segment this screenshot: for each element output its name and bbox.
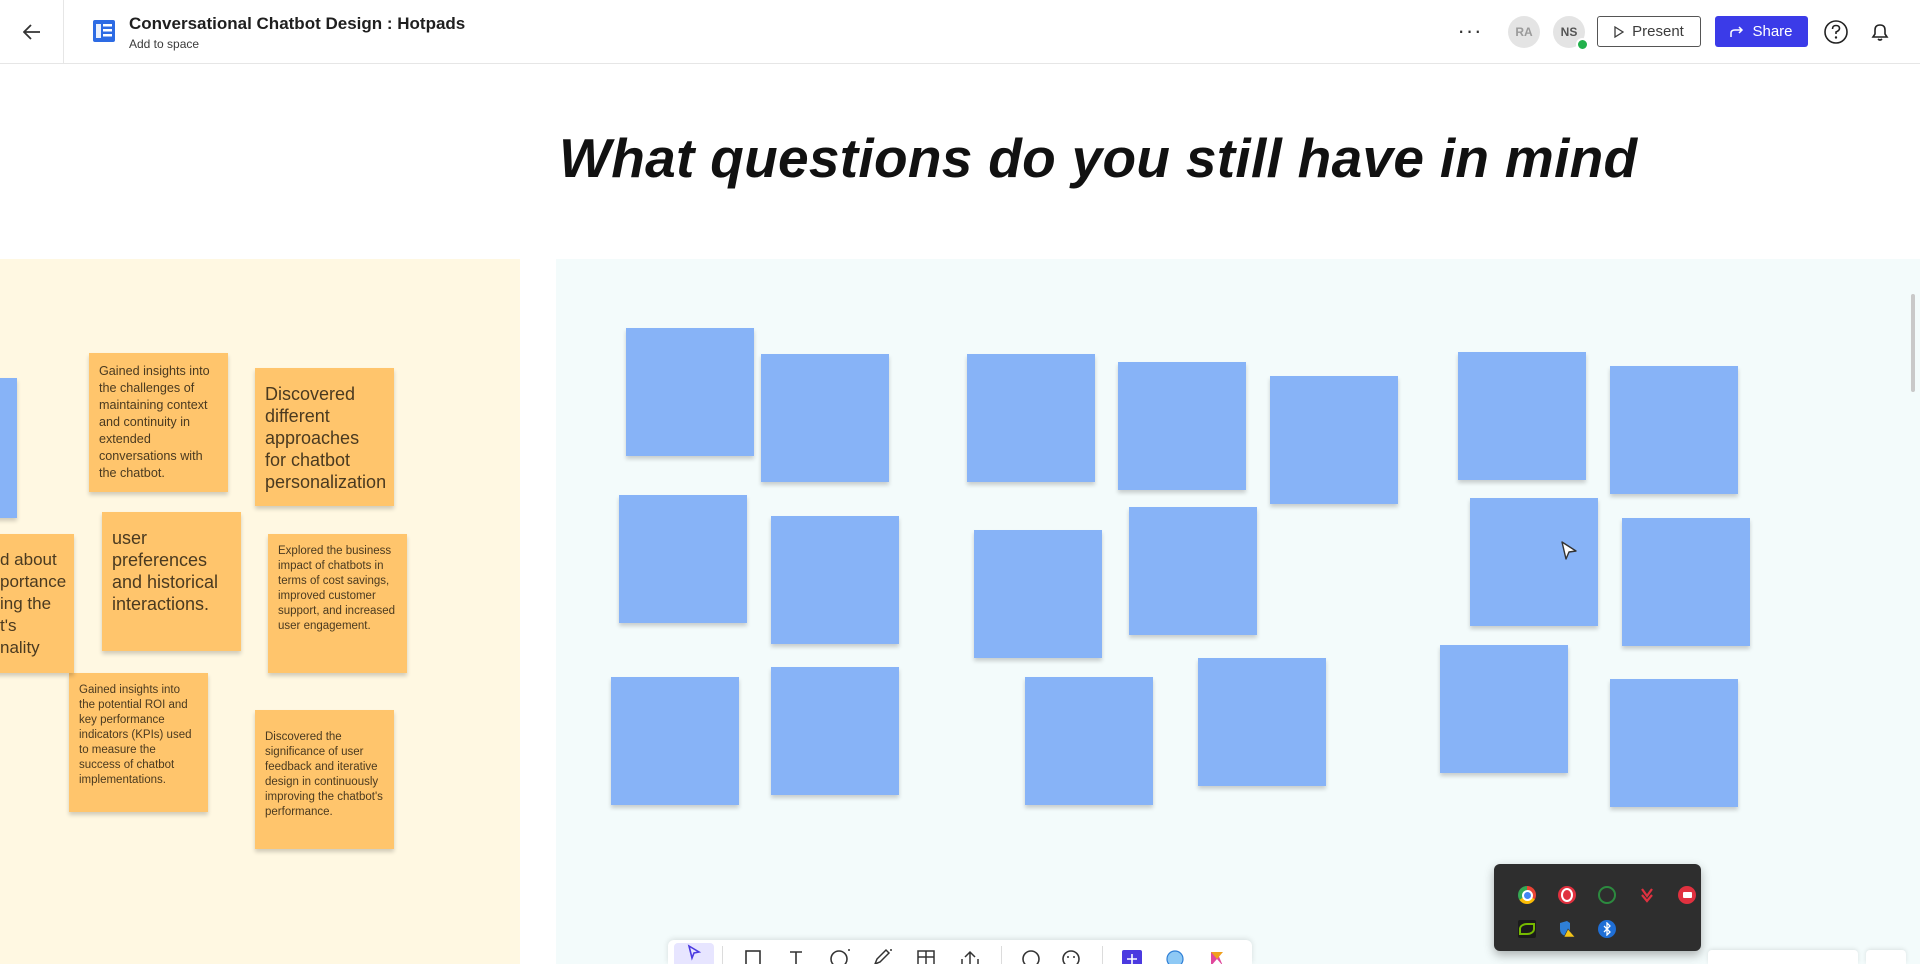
- chrome-icon[interactable]: [1518, 886, 1536, 904]
- blue-sticky-note[interactable]: [626, 328, 754, 456]
- timer-icon: [1166, 950, 1184, 964]
- bottom-toolbar: [668, 940, 1252, 964]
- add-app-tool[interactable]: [1119, 948, 1145, 964]
- present-label: Present: [1632, 23, 1684, 40]
- more-options-button[interactable]: ···: [1452, 18, 1488, 44]
- bell-icon[interactable]: [1867, 19, 1893, 45]
- blue-sticky-note[interactable]: [967, 354, 1095, 482]
- text-icon: [790, 951, 802, 964]
- emoji-icon: [1062, 950, 1080, 964]
- sticky-note[interactable]: Gained insights into the challenges of m…: [89, 353, 228, 492]
- navigation-panel-toggle[interactable]: [1866, 950, 1906, 964]
- blue-sticky-note[interactable]: [1610, 366, 1738, 494]
- text-tool[interactable]: [783, 948, 809, 964]
- sync-icon[interactable]: [1598, 886, 1616, 904]
- yellow-frame[interactable]: [0, 259, 520, 964]
- emoji-tool[interactable]: [1058, 948, 1084, 964]
- sticky-note[interactable]: Discovered different approaches for chat…: [255, 368, 394, 506]
- toolbar-divider: [1001, 946, 1002, 964]
- shapes-icon: [830, 949, 850, 964]
- table-icon: [917, 950, 935, 964]
- plus-icon: [1122, 950, 1142, 964]
- blue-sticky-note[interactable]: [1458, 352, 1586, 480]
- help-icon[interactable]: [1823, 19, 1849, 45]
- sticky-note[interactable]: Gained insights into the potential ROI a…: [69, 673, 208, 812]
- download-icon[interactable]: [1638, 886, 1656, 904]
- blue-sticky-note[interactable]: [619, 495, 747, 623]
- document-title[interactable]: Conversational Chatbot Design : Hotpads: [129, 14, 465, 34]
- back-button[interactable]: [0, 0, 64, 63]
- apps-tool[interactable]: [1204, 948, 1230, 964]
- canvas-title[interactable]: What questions do you still have in mind: [559, 126, 1637, 190]
- opera-icon[interactable]: [1558, 886, 1576, 904]
- blue-sticky-note[interactable]: [1622, 518, 1750, 646]
- online-status-dot: [1576, 38, 1589, 51]
- sticky-note-text: d about portance ing the t's nality: [0, 550, 67, 657]
- comment-icon: [1022, 950, 1040, 964]
- play-icon: [1614, 25, 1625, 38]
- app-icon[interactable]: [1678, 886, 1696, 904]
- system-tray-popup: [1494, 864, 1701, 951]
- board-icon: [93, 20, 115, 42]
- select-tool[interactable]: [674, 943, 714, 964]
- blue-sticky-note[interactable]: [611, 677, 739, 805]
- toolbar-divider: [1102, 946, 1103, 964]
- zoom-controls[interactable]: [1708, 950, 1858, 964]
- sticky-note[interactable]: Explored the business impact of chatbots…: [268, 534, 407, 673]
- timer-tool[interactable]: [1162, 948, 1188, 964]
- add-to-space-link[interactable]: Add to space: [129, 37, 199, 51]
- sticky-note-partial[interactable]: d about portance ing the t's nality: [0, 534, 74, 673]
- security-icon[interactable]: [1558, 920, 1576, 938]
- blue-sticky-note[interactable]: [1470, 498, 1598, 626]
- sticky-note-cut-left[interactable]: [0, 378, 17, 518]
- nvidia-icon[interactable]: [1518, 920, 1536, 938]
- blue-sticky-note[interactable]: [1440, 645, 1568, 773]
- comment-tool[interactable]: [1018, 948, 1044, 964]
- vertical-scrollbar[interactable]: [1911, 294, 1915, 392]
- blue-sticky-note[interactable]: [974, 530, 1102, 658]
- share-label: Share: [1752, 23, 1793, 40]
- apps-icon: [1211, 952, 1223, 964]
- table-tool[interactable]: [914, 948, 940, 964]
- blue-sticky-note[interactable]: [1270, 376, 1398, 504]
- mouse-cursor-icon: [1561, 541, 1577, 560]
- present-button[interactable]: Present: [1597, 16, 1701, 47]
- blue-sticky-note[interactable]: [1129, 507, 1257, 635]
- blue-sticky-note[interactable]: [1118, 362, 1246, 490]
- upload-icon: [961, 950, 979, 964]
- pen-tool[interactable]: [870, 948, 896, 964]
- blue-sticky-note[interactable]: [1025, 677, 1153, 805]
- toolbar-divider: [722, 946, 723, 964]
- blue-sticky-note[interactable]: [771, 667, 899, 795]
- arrow-left-icon: [22, 23, 40, 40]
- shape-tool[interactable]: [828, 948, 854, 964]
- rectangle-icon: [745, 950, 761, 964]
- bluetooth-icon[interactable]: [1598, 920, 1616, 938]
- upload-tool[interactable]: [958, 948, 984, 964]
- top-bar: Conversational Chatbot Design : Hotpads …: [0, 0, 1920, 64]
- sticky-note[interactable]: user preferences and historical interact…: [102, 512, 241, 651]
- share-icon: [1730, 25, 1744, 37]
- avatar-ra[interactable]: RA: [1508, 16, 1540, 48]
- share-button[interactable]: Share: [1715, 16, 1808, 47]
- blue-sticky-note[interactable]: [1198, 658, 1326, 786]
- pen-icon: [874, 948, 892, 964]
- sticky-note[interactable]: Discovered the significance of user feed…: [255, 710, 394, 849]
- blue-sticky-note[interactable]: [771, 516, 899, 644]
- rectangle-tool[interactable]: [740, 948, 766, 964]
- blue-sticky-note[interactable]: [761, 354, 889, 482]
- cursor-select-icon: [687, 944, 702, 961]
- blue-sticky-note[interactable]: [1610, 679, 1738, 807]
